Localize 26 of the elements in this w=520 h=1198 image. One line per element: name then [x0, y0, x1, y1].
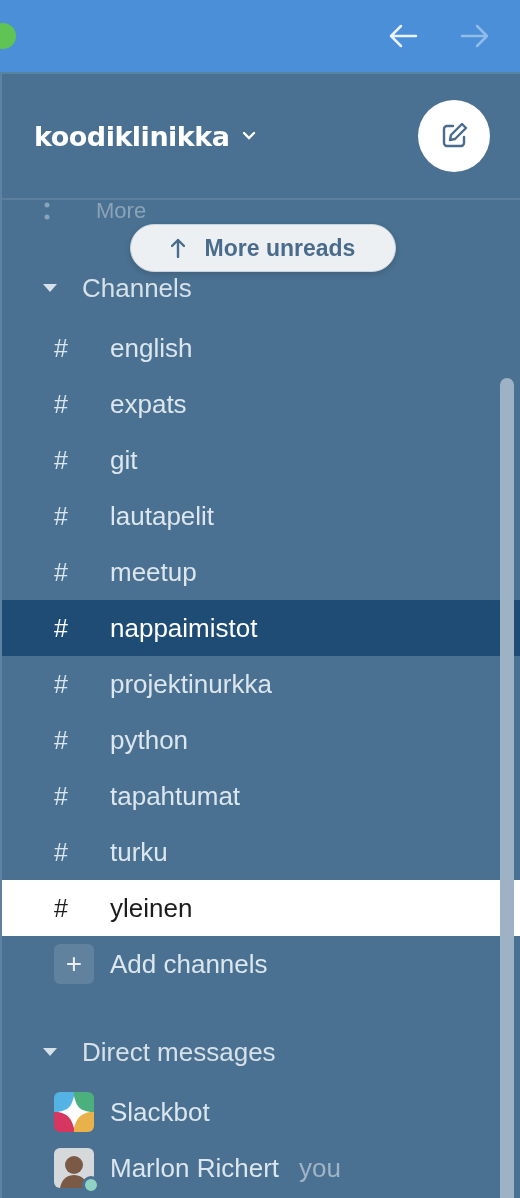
- channel-item[interactable]: # git: [2, 432, 520, 488]
- channel-item[interactable]: # meetup: [2, 544, 520, 600]
- scrollbar[interactable]: [500, 378, 514, 1198]
- channel-item[interactable]: # expats: [2, 376, 520, 432]
- caret-icon: [42, 283, 58, 293]
- channel-item[interactable]: # lautapelit: [2, 488, 520, 544]
- workspace-menu[interactable]: koodiklinikka: [34, 120, 256, 152]
- person-avatar-icon: [54, 1148, 94, 1188]
- caret-icon: [42, 1047, 58, 1057]
- channel-item[interactable]: # python: [2, 712, 520, 768]
- more-dots-icon: [44, 201, 50, 221]
- section-header[interactable]: Channels: [2, 272, 192, 304]
- channel-item[interactable]: # english: [2, 320, 520, 376]
- channel-item[interactable]: # projektinurkka: [2, 656, 520, 712]
- section-header[interactable]: Direct messages: [2, 1036, 276, 1068]
- more-unreads-button[interactable]: More unreads: [130, 224, 396, 272]
- channel-item[interactable]: # turku: [2, 824, 520, 880]
- back-arrow-icon[interactable]: [388, 23, 418, 49]
- window-control-icon[interactable]: [0, 23, 16, 49]
- channel-item[interactable]: # tapahtumat: [2, 768, 520, 824]
- channel-item[interactable]: # yleinen: [2, 880, 520, 936]
- up-arrow-icon: [170, 238, 185, 258]
- add-channels-button[interactable]: + Add channels: [2, 936, 520, 992]
- channel-item[interactable]: # nappaimistot: [2, 600, 520, 656]
- chevron-down-icon: [241, 131, 256, 141]
- bot-avatar-icon: [54, 1092, 94, 1132]
